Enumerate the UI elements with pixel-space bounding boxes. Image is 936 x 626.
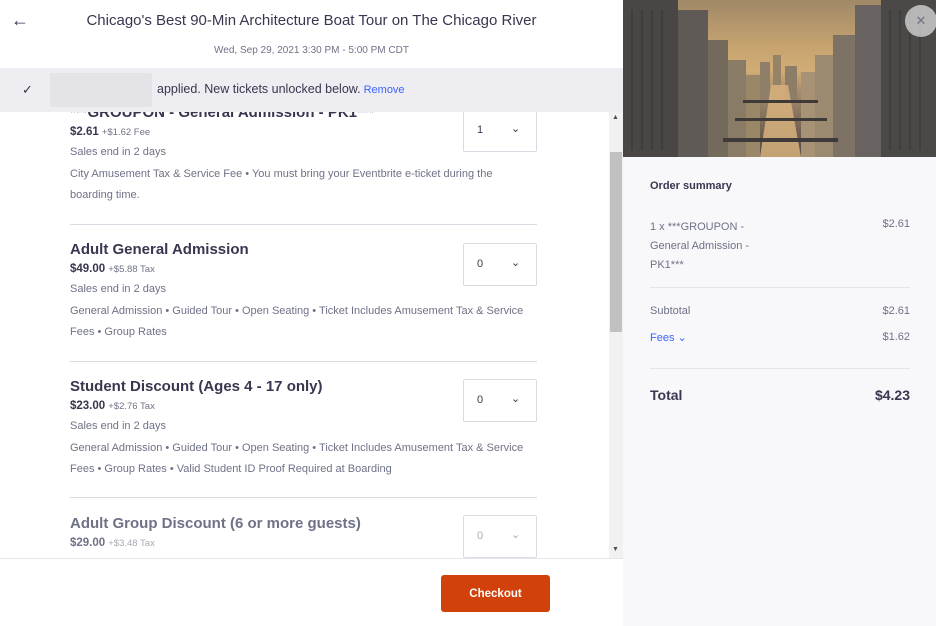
fees-toggle[interactable]: Fees ⌄ — [650, 331, 687, 344]
divider — [70, 224, 537, 225]
total-amount: $4.23 — [874, 387, 910, 403]
checkout-modal: ← Chicago's Best 90-Min Architecture Boa… — [0, 0, 936, 626]
ticket-fee: +$1.62 Fee — [101, 127, 151, 138]
checkout-footer: Checkout — [0, 558, 623, 626]
fees-amount: $1.62 — [882, 331, 910, 343]
checkout-button[interactable]: Checkout — [441, 575, 550, 612]
order-line-item: 1 x ***GROUPON - General Admission - PK1… — [650, 221, 750, 271]
quantity-select[interactable]: 0 ⌄ — [463, 243, 537, 286]
quantity-value: 0 — [477, 258, 484, 270]
chevron-down-icon: ⌄ — [511, 257, 521, 269]
quantity-value: 0 — [477, 530, 484, 542]
order-summary-heading: Order summary — [650, 180, 732, 192]
divider — [70, 497, 537, 498]
chevron-down-icon: ⌄ — [511, 529, 521, 541]
event-title: Chicago's Best 90-Min Architecture Boat … — [86, 12, 537, 29]
divider — [650, 287, 910, 288]
order-line-amount: $2.61 — [882, 218, 910, 230]
quantity-select[interactable]: 0 ⌄ — [463, 515, 537, 558]
chicago-skyline-illustration — [623, 0, 936, 157]
promo-message: applied. New tickets unlocked below. Remo… — [157, 82, 405, 96]
total-label: Total — [650, 387, 683, 403]
event-header: ← Chicago's Best 90-Min Architecture Boa… — [0, 0, 623, 68]
subtotal-label: Subtotal — [650, 305, 691, 317]
promo-banner: ✓ applied. New tickets unlocked below. Re… — [0, 68, 623, 112]
promo-code-redacted — [50, 73, 152, 107]
promo-message-text: applied. New tickets unlocked below. — [157, 82, 361, 96]
ticket-price: $29.00 — [70, 537, 106, 549]
chevron-down-icon: ⌄ — [511, 123, 521, 135]
ticket-list: ***GROUPON - General Admission - PK1*** … — [0, 112, 610, 558]
ticket-price: $2.61 — [70, 126, 99, 138]
quantity-select[interactable]: 1 ⌄ — [463, 112, 537, 152]
ticket-selection-panel: ← Chicago's Best 90-Min Architecture Boa… — [0, 0, 623, 626]
divider — [650, 368, 910, 369]
ticket-fee: +$5.88 Tax — [108, 264, 155, 275]
divider — [70, 361, 537, 362]
event-date: Wed, Sep 29, 2021 3:30 PM - 5:00 PM CDT — [214, 45, 409, 56]
quantity-value: 0 — [477, 394, 484, 406]
ticket-description: General Admission • Guided Tour • Open S… — [70, 442, 524, 475]
quantity-value: 1 — [477, 124, 484, 136]
event-hero-image: ✕ — [623, 0, 936, 157]
order-summary-panel: ✕ Order summary 1 x ***GROUPON - General… — [623, 0, 936, 626]
ticket-price: $23.00 — [70, 400, 106, 412]
subtotal-amount: $2.61 — [882, 305, 910, 317]
scroll-down-arrow-icon[interactable]: ▼ — [612, 546, 619, 553]
check-icon: ✓ — [22, 82, 33, 97]
remove-promo-link[interactable]: Remove — [364, 84, 405, 96]
ticket-description: City Amusement Tax & Service Fee • You m… — [70, 168, 493, 201]
ticket-list-scrollbar[interactable]: ▲ ▼ — [609, 112, 623, 558]
quantity-select[interactable]: 0 ⌄ — [463, 379, 537, 422]
ticket-fee: +$3.48 Tax — [108, 538, 155, 549]
ticket-description: General Admission • Guided Tour • Open S… — [70, 305, 524, 338]
chevron-down-icon: ⌄ — [511, 393, 521, 405]
close-icon[interactable]: ✕ — [905, 5, 936, 37]
scroll-up-arrow-icon[interactable]: ▲ — [612, 114, 619, 121]
ticket-price: $49.00 — [70, 263, 106, 275]
ticket-fee: +$2.76 Tax — [108, 401, 155, 412]
scrollbar-thumb[interactable] — [610, 152, 622, 332]
